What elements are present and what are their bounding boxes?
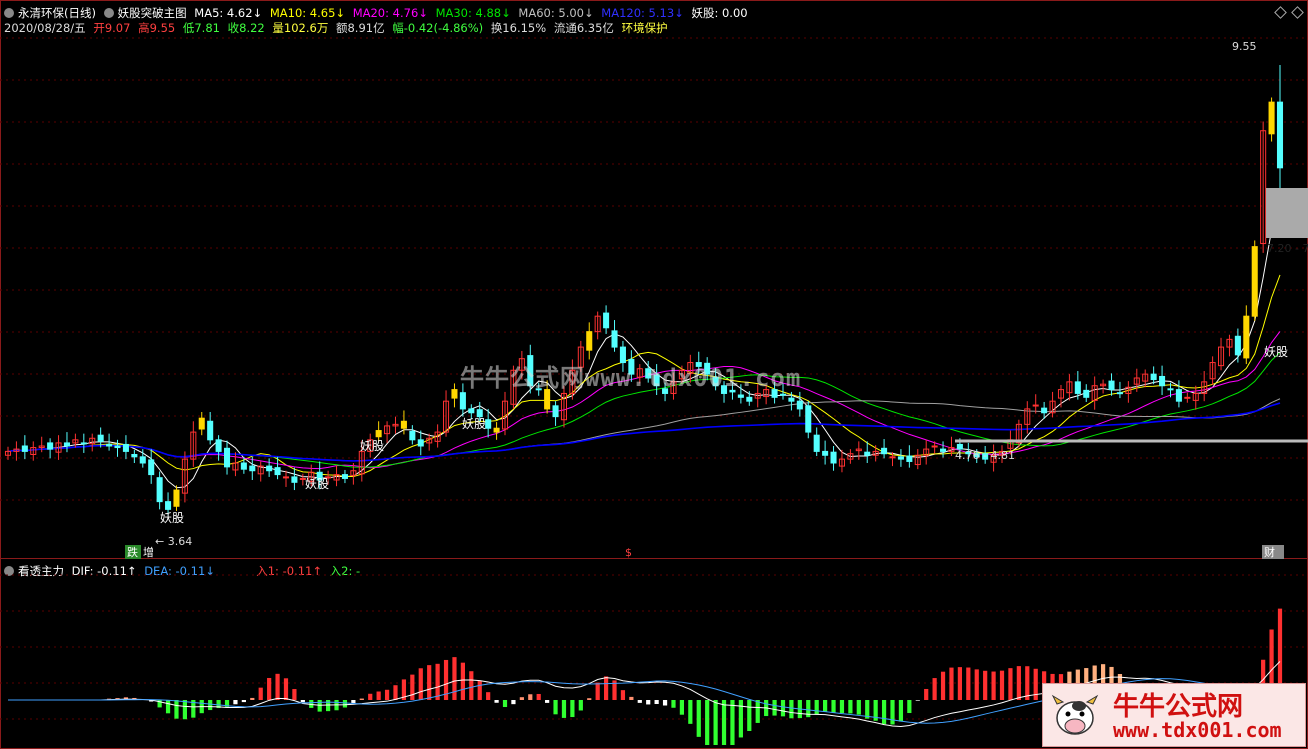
- candle-body: [148, 459, 155, 476]
- candle-body: [779, 393, 787, 396]
- candle-body: [864, 451, 871, 456]
- candle-body: [409, 430, 416, 441]
- range-label: 4.76 - 4.81: [955, 449, 1015, 462]
- candle-body: [822, 450, 829, 456]
- candle-body: [881, 447, 888, 455]
- cow-logo-icon: [1051, 694, 1099, 735]
- candle-body: [1041, 407, 1048, 414]
- yaogu-signal-label: 妖股: [1264, 345, 1288, 359]
- candle-body: [282, 476, 290, 479]
- ma120-line: [7, 402, 1281, 462]
- candle-body: [603, 312, 610, 329]
- candle-body: [931, 445, 938, 448]
- candle-body: [897, 456, 904, 460]
- candle-body: [341, 474, 348, 479]
- yaogu-signal-label: 妖股: [462, 417, 486, 431]
- dollar-marker: $: [625, 546, 632, 559]
- candle-body: [266, 465, 273, 472]
- candle-body: [485, 419, 492, 429]
- candle-body: [1083, 389, 1090, 398]
- candle-body: [1167, 388, 1174, 391]
- candle-body: [1150, 373, 1157, 381]
- price-box: [1266, 188, 1308, 238]
- candle-body: [249, 465, 256, 472]
- zeng-label: 增: [143, 545, 154, 559]
- candle-body: [586, 331, 593, 351]
- candle-body: [493, 427, 500, 433]
- candle-body: [1268, 101, 1275, 135]
- candle-body: [611, 330, 618, 348]
- candle-body: [830, 451, 837, 464]
- candle-body: [1276, 101, 1284, 169]
- candle-body: [21, 445, 28, 452]
- yaogu-signal-label: 妖股: [360, 439, 384, 453]
- candle-body: [451, 389, 458, 399]
- candle-body: [940, 448, 947, 452]
- candle-body: [165, 501, 172, 510]
- candle-body: [1243, 315, 1250, 359]
- candle-body: [122, 443, 129, 452]
- candle-body: [1032, 404, 1039, 407]
- candle-body: [1175, 389, 1182, 402]
- candle-body: [1108, 380, 1115, 391]
- candle-body: [417, 439, 424, 447]
- candle-body: [97, 434, 104, 442]
- candle-body: [156, 477, 163, 503]
- candle-body: [291, 476, 298, 483]
- candle-body: [139, 456, 146, 464]
- right-price-label: 7.20 - 7: [1267, 242, 1308, 255]
- candle-body: [813, 434, 820, 452]
- candle-body: [240, 462, 247, 470]
- candle-body: [476, 409, 483, 418]
- candle-body: [80, 442, 87, 445]
- candle-body: [106, 443, 113, 447]
- candle-body: [114, 445, 121, 449]
- candle-body: [198, 417, 205, 430]
- candle-body: [63, 442, 70, 447]
- candle-body: [400, 420, 407, 429]
- ma20-line: [7, 331, 1281, 470]
- candle-body: [796, 400, 803, 410]
- candle-body: [459, 392, 466, 410]
- logo-url: www.tdx001.com: [1113, 718, 1282, 742]
- die-label: 跌: [127, 545, 138, 559]
- candle-body: [737, 394, 744, 398]
- candle-body: [746, 396, 753, 402]
- low-price-label: ← 3.64: [155, 535, 192, 548]
- candle-body: [552, 405, 559, 418]
- candle-body: [1159, 375, 1166, 387]
- high-price-label: 9.55: [1232, 40, 1257, 53]
- candle-body: [1116, 392, 1123, 395]
- candle-body: [805, 405, 812, 433]
- candle-body: [173, 489, 180, 507]
- candle-body: [906, 455, 913, 462]
- candle-body: [274, 467, 281, 476]
- yaogu-signal-label: 妖股: [305, 477, 329, 491]
- candle-body: [1234, 335, 1241, 356]
- candle-body: [207, 420, 214, 441]
- candle-body: [1251, 246, 1258, 317]
- candle-body: [889, 456, 896, 459]
- candle-body: [215, 439, 222, 452]
- candle-body: [223, 447, 231, 468]
- candle-body: [47, 442, 54, 450]
- candle-body: [468, 408, 475, 414]
- ma60-line: [7, 398, 1281, 462]
- cai-label: 财: [1264, 545, 1275, 559]
- candle-body: [131, 454, 138, 458]
- candle-body: [375, 430, 382, 438]
- yaogu-signal-label: 妖股: [160, 511, 184, 525]
- ma5-line: [7, 192, 1281, 489]
- watermark: 牛牛公式网www.tdx001.com: [460, 364, 802, 392]
- candle-body: [1184, 396, 1191, 399]
- site-logo: 牛牛公式网 www.tdx001.com: [1042, 683, 1306, 747]
- candle-body: [788, 397, 795, 402]
- candle-body: [1074, 381, 1081, 394]
